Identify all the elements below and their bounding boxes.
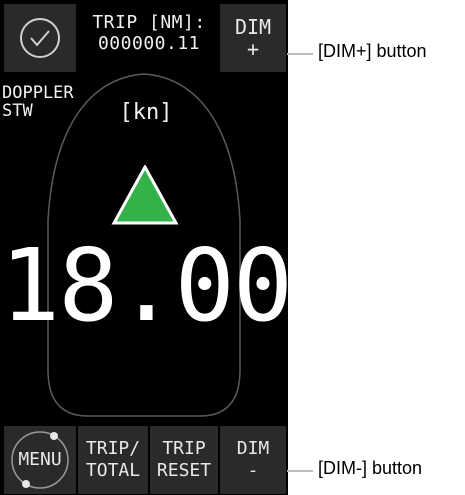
mode-line-2: STW bbox=[2, 101, 33, 121]
dim-minus-button[interactable]: DIM - bbox=[220, 426, 286, 494]
check-circle-icon bbox=[20, 18, 60, 58]
speed-mode-label: DOPPLER STW bbox=[2, 84, 74, 120]
trip-reset-line-1: TRIP bbox=[162, 438, 206, 459]
trip-display: TRIP [NM]: 000000.11 bbox=[82, 12, 216, 54]
trip-total-line-2: TOTAL bbox=[85, 460, 141, 481]
menu-button[interactable]: MENU bbox=[4, 426, 76, 494]
dim-minus-sign: - bbox=[247, 460, 259, 481]
dim-minus-callout-line bbox=[287, 470, 313, 472]
trip-reset-button[interactable]: TRIP RESET bbox=[150, 426, 218, 494]
dim-plus-button[interactable]: DIM + bbox=[220, 4, 286, 72]
menu-label: MENU bbox=[18, 449, 62, 470]
dim-plus-label: DIM bbox=[234, 15, 272, 39]
device-screen: TRIP [NM]: 000000.11 DIM + DOPPLER STW [… bbox=[0, 0, 288, 495]
confirm-button[interactable] bbox=[4, 4, 76, 72]
speed-value: 18.00 bbox=[0, 227, 288, 344]
dim-plus-callout-line bbox=[287, 53, 313, 55]
trip-value: 000000.11 bbox=[97, 33, 201, 54]
trip-reset-line-2: RESET bbox=[156, 460, 212, 481]
dim-plus-callout: [DIM+] button bbox=[318, 41, 427, 61]
dim-minus-callout: [DIM-] button bbox=[318, 458, 423, 478]
trip-label: TRIP [NM]: bbox=[92, 12, 206, 33]
trip-total-line-1: TRIP/ bbox=[85, 438, 141, 459]
dim-minus-label: DIM bbox=[236, 438, 270, 459]
up-triangle-icon bbox=[111, 165, 179, 225]
mode-line-1: DOPPLER bbox=[2, 83, 74, 103]
dim-plus-sign: + bbox=[246, 37, 260, 61]
trip-total-button[interactable]: TRIP/ TOTAL bbox=[78, 426, 148, 494]
speed-unit: [kn] bbox=[119, 100, 173, 125]
